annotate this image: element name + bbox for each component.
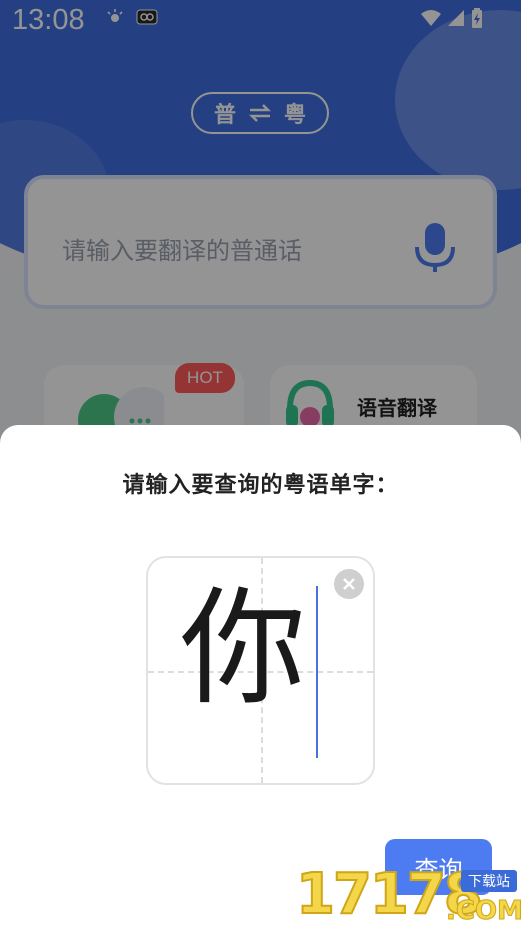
character-input-value: 你	[180, 575, 306, 722]
query-bottom-sheet: 请输入要查询的粤语单字： 你 查询	[0, 425, 521, 926]
character-input-box[interactable]: 你	[146, 556, 375, 785]
close-icon	[343, 578, 355, 590]
sheet-title: 请输入要查询的粤语单字：	[122, 473, 399, 498]
text-caret	[316, 586, 318, 758]
site-watermark: 17178 下载站 .COM	[295, 861, 521, 926]
watermark-tag: 下载站	[461, 870, 517, 892]
clear-input-button[interactable]	[334, 569, 364, 599]
watermark-suffix: .COM	[446, 896, 521, 926]
